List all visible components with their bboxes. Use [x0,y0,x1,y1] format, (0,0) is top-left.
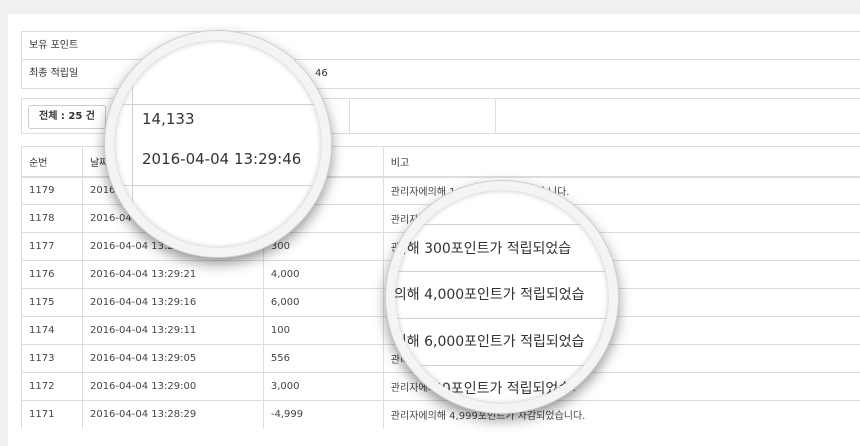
cell-amount: 100 [262,316,384,345]
cell-amount: 556 [262,344,384,373]
cell-date: 2016-04-04 13:29:21 [81,260,264,289]
cell-no: 1178 [21,204,83,233]
cell-amount: 3,000 [262,372,384,401]
toolbar-divider [495,99,496,133]
col-header-no: 순번 [21,146,83,178]
cell-no: 1173 [21,344,83,373]
cell-no: 1171 [21,400,83,429]
cell-no: 1172 [21,372,83,401]
magnified-last-earned-value: 2016-04-04 13:29:46 [142,150,302,168]
cell-amount: 4,000 [262,260,384,289]
cell-no: 1176 [21,260,83,289]
cell-date: 2016-04-04 13:29:16 [81,288,264,317]
cell-no: 1177 [21,232,83,261]
magnifier-points: 14,133 2016-04-04 13:29:46 [105,31,331,257]
magnifier-divider [395,224,609,225]
total-count-button[interactable]: 전체 : 25 건 [28,105,106,129]
cell-date: 2016-04-04 13:29:11 [81,316,264,345]
cell-note: 관리자에의해 4,999포인트가 차감되었습니다. [382,400,860,429]
magnified-note: 에의해 100포인트가 적립되었습 [386,381,572,397]
cell-no: 1175 [21,288,83,317]
cell-amount: 6,000 [262,288,384,317]
magnified-note: 에의해 300포인트가 적립되었습 [386,241,572,257]
magnifier-divider [395,365,609,366]
cell-date: 2016-04-04 13:29:05 [81,344,264,373]
magnified-note: 에의해 4,000포인트가 적립되었습 [386,287,585,303]
last-earned-value-tail: 46 [315,68,328,79]
points-page: 보유 포인트 최종 적립일 46 전체 : 25 건 순번 날짜 비고 1179… [8,14,860,446]
magnifier-divider [395,318,609,319]
cell-no: 1179 [21,176,83,205]
cell-amount: -4,999 [262,400,384,429]
cell-no: 1174 [21,316,83,345]
magnifier-divider [395,271,609,272]
points-label: 보유 포인트 [29,40,79,51]
cell-date: 2016-04-04 13:29:00 [81,372,264,401]
magnifier-divider [114,185,322,186]
magnified-points-value: 14,133 [142,110,195,128]
magnifier-notes: 에의해 300포인트가 적립되었습 에의해 4,000포인트가 적립되었습 에의… [386,181,618,413]
magnifier-divider [132,40,133,248]
last-earned-label: 최종 적립일 [29,68,79,79]
cell-date: 2016-04-04 13:28:29 [81,400,264,429]
toolbar-divider [349,99,350,133]
col-header-note: 비고 [382,146,860,178]
magnified-note: 에의해 6,000포인트가 적립되었습 [386,334,585,350]
magnifier-divider [114,104,322,105]
table-row: 1171 2016-04-04 13:28:29 -4,999 관리자에의해 4,99… [21,400,860,429]
